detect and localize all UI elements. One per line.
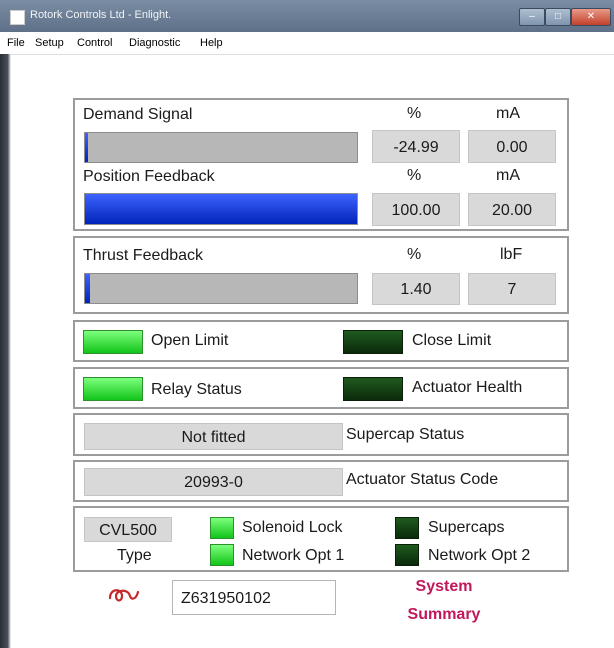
close-button[interactable]: ✕: [571, 8, 611, 26]
position-feedback-label: Position Feedback: [83, 168, 215, 185]
thrust-lbf-value: 7: [468, 273, 556, 305]
solenoid-lock-label: Solenoid Lock: [242, 519, 343, 536]
demand-pct-unit: %: [407, 105, 422, 122]
relay-status-led: [83, 377, 143, 401]
relay-status-label: Relay Status: [151, 381, 242, 398]
menu-help[interactable]: Help: [200, 37, 223, 49]
menu-bar: File Setup Control Diagnostic Help: [0, 32, 614, 55]
window-title: Rotork Controls Ltd - Enlight.: [30, 9, 172, 21]
minimize-button[interactable]: –: [519, 8, 545, 26]
supercap-status-value: Not fitted: [84, 423, 343, 450]
actuator-health-led: [343, 377, 403, 401]
thrust-panel: Thrust Feedback % lbF 1.40 7: [73, 236, 569, 314]
supercap-status-label: Supercap Status: [346, 426, 465, 443]
serial-number-field: Z631950102: [172, 580, 336, 615]
supercaps-led: [395, 517, 419, 539]
demand-signal-fill: [85, 133, 88, 162]
position-feedback-bar: [84, 193, 358, 225]
thrust-pct-value: 1.40: [372, 273, 460, 305]
signal-panel: Demand Signal % mA -24.99 0.00 Position …: [73, 98, 569, 231]
thrust-lbf-unit: lbF: [500, 246, 523, 263]
actuator-status-code-value: 20993-0: [84, 468, 343, 496]
network-opt-1-label: Network Opt 1: [242, 547, 345, 564]
thrust-feedback-bar: [84, 273, 358, 304]
thrust-feedback-label: Thrust Feedback: [83, 247, 204, 264]
demand-signal-bar: [84, 132, 358, 163]
demand-pct-value: -24.99: [372, 130, 460, 163]
rotork-logo-icon: [107, 584, 143, 606]
type-value: CVL500: [84, 517, 172, 542]
thrust-pct-unit: %: [407, 246, 422, 263]
demand-ma-value: 0.00: [468, 130, 556, 163]
position-feedback-fill: [85, 194, 357, 224]
system-summary-button[interactable]: System Summary: [385, 573, 503, 629]
supercaps-label: Supercaps: [428, 519, 505, 536]
network-opt-2-label: Network Opt 2: [428, 547, 531, 564]
position-pct-value: 100.00: [372, 193, 460, 226]
position-ma-unit: mA: [496, 167, 520, 184]
thrust-feedback-fill: [85, 274, 90, 303]
window-edge: [0, 54, 11, 648]
title-bar: Rotork Controls Ltd - Enlight. – □ ✕: [0, 0, 614, 32]
menu-diagnostic[interactable]: Diagnostic: [129, 37, 180, 49]
relay-health-panel: Relay Status Actuator Health: [73, 367, 569, 409]
network-opt-1-led: [210, 544, 234, 566]
system-summary-line2: Summary: [407, 606, 481, 623]
status-code-panel: 20993-0 Actuator Status Code: [73, 460, 569, 502]
type-label: Type: [117, 547, 152, 564]
position-ma-value: 20.00: [468, 193, 556, 226]
position-pct-unit: %: [407, 167, 422, 184]
maximize-button[interactable]: □: [545, 8, 571, 26]
network-opt-2-led: [395, 544, 419, 566]
actuator-status-code-label: Actuator Status Code: [346, 471, 499, 488]
open-limit-label: Open Limit: [151, 332, 229, 349]
menu-control[interactable]: Control: [77, 37, 112, 49]
menu-file[interactable]: File: [7, 37, 25, 49]
demand-signal-label: Demand Signal: [83, 106, 193, 123]
open-limit-led: [83, 330, 143, 354]
limits-panel: Open Limit Close Limit: [73, 320, 569, 362]
system-summary-line1: System: [415, 578, 473, 595]
demand-ma-unit: mA: [496, 105, 520, 122]
app-icon: [10, 10, 25, 25]
options-panel: CVL500 Type Solenoid Lock Network Opt 1 …: [73, 506, 569, 572]
close-limit-label: Close Limit: [412, 332, 492, 349]
supercap-panel: Not fitted Supercap Status: [73, 413, 569, 456]
menu-setup[interactable]: Setup: [35, 37, 64, 49]
solenoid-lock-led: [210, 517, 234, 539]
actuator-health-label: Actuator Health: [412, 379, 523, 396]
close-limit-led: [343, 330, 403, 354]
